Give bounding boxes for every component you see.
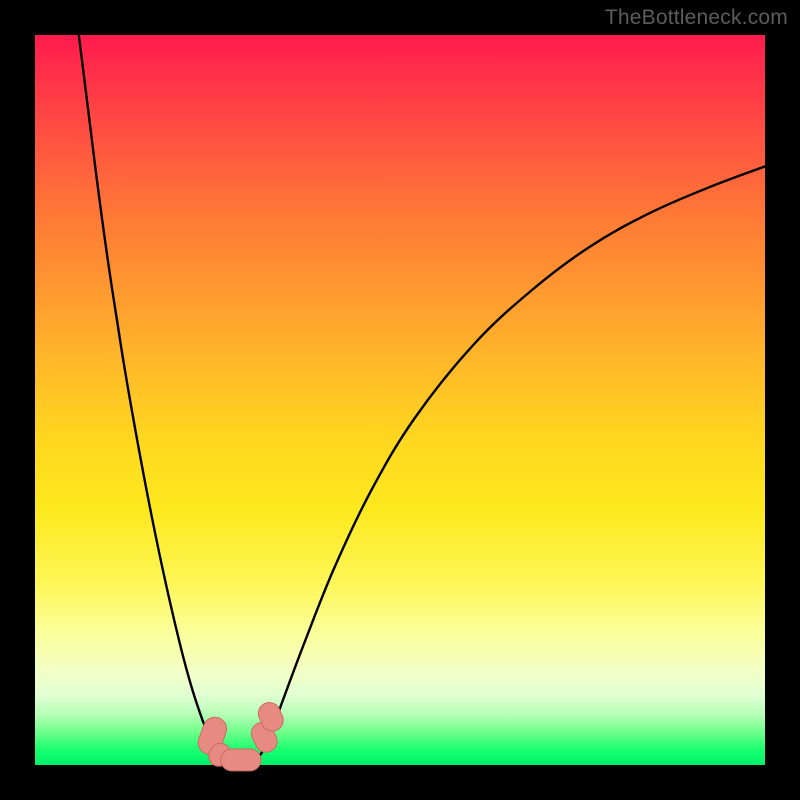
bottleneck-markers	[195, 699, 287, 771]
curve-left-branch	[79, 35, 258, 759]
chart-frame: TheBottleneck.com	[0, 0, 800, 800]
marker-capsule	[221, 749, 261, 771]
curve-right-branch	[257, 166, 765, 760]
chart-overlay	[35, 35, 765, 765]
watermark-text: TheBottleneck.com	[605, 6, 788, 30]
